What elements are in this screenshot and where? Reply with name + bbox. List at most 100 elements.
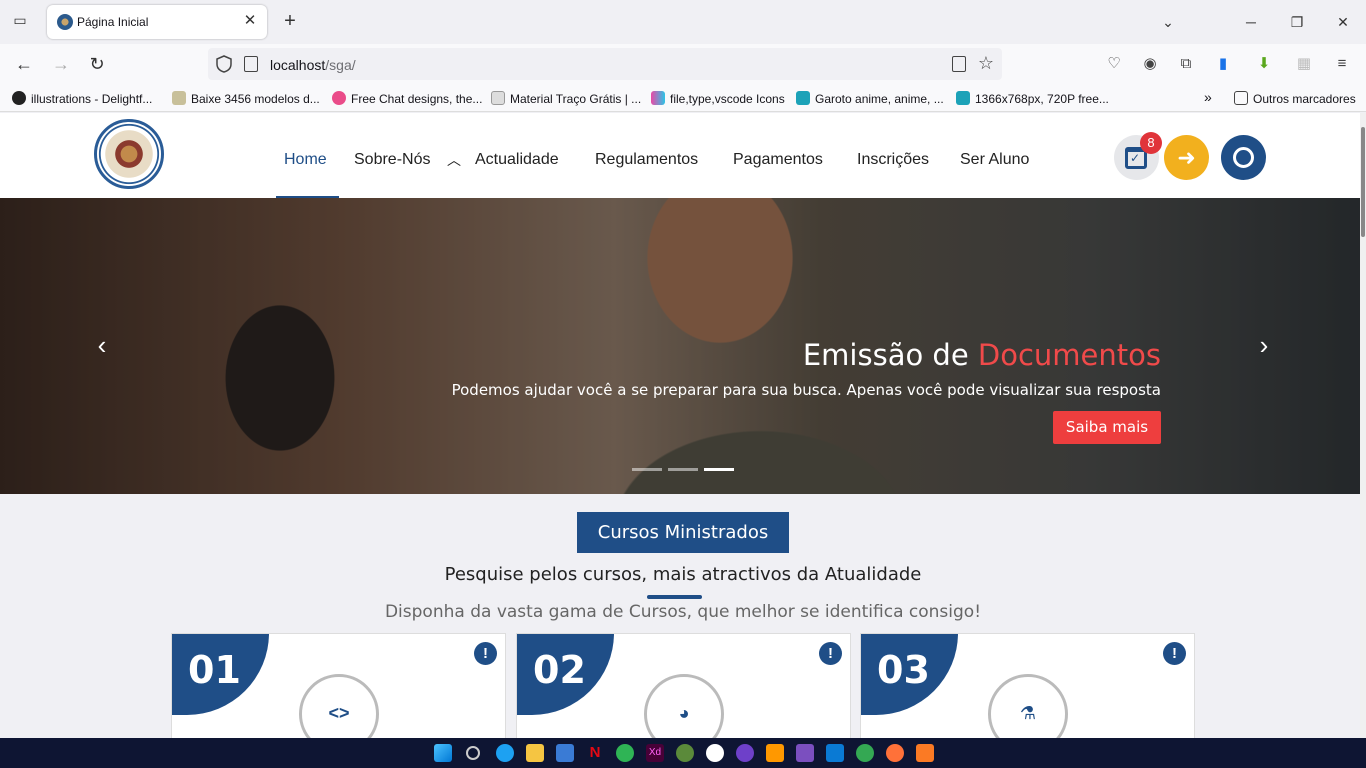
menu-icon[interactable]: ≡	[1332, 54, 1352, 74]
bookmark-favicon-icon	[12, 91, 26, 105]
carousel-indicator[interactable]	[632, 468, 662, 471]
minimize-icon[interactable]: ─	[1241, 12, 1261, 32]
hero-image	[0, 198, 1366, 494]
github-icon[interactable]	[736, 744, 754, 762]
bookmark-favicon-icon	[491, 91, 505, 105]
sign-in-icon: ➜	[1177, 145, 1196, 170]
restore-icon[interactable]: ❐	[1287, 12, 1307, 32]
vscode-icon[interactable]	[826, 744, 844, 762]
carousel-indicator[interactable]	[668, 468, 698, 471]
bookmark-item[interactable]: Free Chat designs, the...	[332, 91, 482, 106]
other-bookmarks[interactable]: Outros marcadores	[1234, 91, 1356, 106]
url-text[interactable]: localhost/sga/	[270, 57, 356, 73]
page-info-icon[interactable]	[244, 56, 258, 72]
card-icon-circle: <>	[299, 674, 379, 742]
site-favicon-icon	[57, 14, 73, 30]
shield-icon[interactable]	[216, 55, 232, 73]
hero-title: Emissão de Documentos	[802, 338, 1161, 372]
edge-icon[interactable]	[496, 744, 514, 762]
back-icon[interactable]: ←	[13, 53, 35, 75]
bookmark-star-icon[interactable]: ☆	[978, 53, 994, 74]
cursos-ministrados-button[interactable]: Cursos Ministrados	[577, 512, 789, 553]
school-logo[interactable]	[94, 119, 164, 189]
info-icon[interactable]: !	[474, 642, 497, 665]
nav-inscricoes[interactable]: Inscrições	[857, 151, 929, 169]
info-icon[interactable]: !	[819, 642, 842, 665]
tab-title: Página Inicial	[77, 15, 149, 29]
bookmark-favicon-icon	[796, 91, 810, 105]
bookmark-item[interactable]: 1366x768px, 720P free...	[956, 91, 1109, 106]
browser-tab[interactable]: Página Inicial ✕	[47, 5, 267, 39]
xampp-icon[interactable]	[916, 744, 934, 762]
carousel-next-icon[interactable]: ›	[1254, 330, 1274, 360]
pocket-icon[interactable]: ♡	[1104, 54, 1124, 74]
dribbble-icon	[332, 91, 346, 105]
bookmarks-overflow-icon[interactable]: »	[1204, 89, 1212, 105]
course-card[interactable]: 01 ! <>	[171, 633, 506, 743]
tab-overflow-icon[interactable]: ⌄	[1158, 12, 1178, 32]
browser-tab-bar: ▭ Página Inicial ✕ + ⌄ ─ ❐ ✕	[0, 0, 1366, 44]
tab-list-icon[interactable]: ▭	[10, 12, 30, 32]
extensions-icon[interactable]: ⧉	[1176, 54, 1196, 74]
search-icon[interactable]	[466, 746, 480, 760]
hero-carousel: ‹ › Emissão de Documentos Podemos ajudar…	[0, 198, 1366, 494]
bookmark-item[interactable]: Material Traço Grátis | ...	[491, 91, 641, 106]
nav-ser-aluno[interactable]: Ser Aluno	[960, 151, 1029, 169]
bookmark-item[interactable]: Garoto anime, anime, ...	[796, 91, 944, 106]
scrollbar-thumb[interactable]	[1361, 127, 1365, 237]
app-icon[interactable]	[676, 744, 694, 762]
tab-close-icon[interactable]: ✕	[241, 12, 259, 30]
upwork-icon[interactable]	[616, 744, 634, 762]
language-button[interactable]	[1221, 135, 1266, 180]
nav-home[interactable]: Home	[284, 151, 327, 169]
hero-subtitle: Podemos ajudar você a se preparar para s…	[451, 381, 1161, 399]
bookmark-item[interactable]: Baixe 3456 modelos d...	[172, 91, 320, 106]
app-icon[interactable]	[706, 744, 724, 762]
visual-studio-icon[interactable]	[796, 744, 814, 762]
new-tab-icon[interactable]: +	[280, 11, 300, 31]
url-bar[interactable]: localhost/sga/ ☆	[208, 48, 1002, 80]
course-card[interactable]: 03 ! ⚗	[860, 633, 1195, 743]
laptop-code-icon: <>	[328, 703, 350, 723]
carousel-prev-icon[interactable]: ‹	[92, 330, 112, 360]
extension-tab-icon[interactable]: ▮	[1213, 54, 1233, 74]
card-icon-circle: ◕	[644, 674, 724, 742]
saiba-mais-button[interactable]: Saiba mais	[1053, 411, 1161, 444]
bookmark-item[interactable]: file,type,vscode Icons	[651, 91, 785, 106]
adobe-xd-icon[interactable]: Xd	[646, 744, 664, 762]
page-scrollbar[interactable]	[1360, 113, 1366, 738]
nav-sobre-nos[interactable]: Sobre-Nós	[354, 151, 430, 169]
microscope-icon: ⚗	[1019, 703, 1037, 723]
account-icon[interactable]: ◉	[1140, 54, 1160, 74]
nav-actualidade[interactable]: Actualidade	[475, 151, 559, 169]
sublime-icon[interactable]	[766, 744, 784, 762]
window-close-icon[interactable]: ✕	[1333, 12, 1353, 32]
extension-grid-icon[interactable]: ▦	[1294, 54, 1314, 74]
windows-start-icon[interactable]	[434, 744, 452, 762]
pie-chart-icon: ◕	[678, 703, 690, 723]
netflix-icon[interactable]: N	[586, 744, 604, 762]
card-number: 01	[188, 648, 241, 692]
card-icon-circle: ⚗	[988, 674, 1068, 742]
chrome-icon[interactable]	[856, 744, 874, 762]
nav-regulamentos[interactable]: Regulamentos	[595, 151, 698, 169]
firefox-icon[interactable]	[886, 744, 904, 762]
file-explorer-icon[interactable]	[526, 744, 544, 762]
notification-badge: 8	[1140, 132, 1162, 154]
nav-pagamentos[interactable]: Pagamentos	[733, 151, 823, 169]
course-card[interactable]: 02 ! ◕	[516, 633, 851, 743]
chevron-up-icon[interactable]: ︿	[447, 150, 461, 170]
windows-taskbar: N Xd	[0, 738, 1366, 768]
login-button[interactable]: ➜	[1164, 135, 1209, 180]
store-icon[interactable]	[556, 744, 574, 762]
bookmark-item[interactable]: illustrations - Delightf...	[12, 91, 152, 106]
reader-view-icon[interactable]	[952, 56, 966, 72]
globe-icon	[1233, 147, 1254, 168]
info-icon[interactable]: !	[1163, 642, 1186, 665]
carousel-indicator-active[interactable]	[704, 468, 734, 471]
section-subtitle: Disponha da vasta gama de Cursos, que me…	[384, 602, 982, 622]
reload-icon[interactable]: ↻	[86, 53, 108, 75]
forward-icon[interactable]: →	[50, 53, 72, 75]
card-number: 02	[533, 648, 586, 692]
download-extension-icon[interactable]: ⬇	[1254, 54, 1274, 74]
